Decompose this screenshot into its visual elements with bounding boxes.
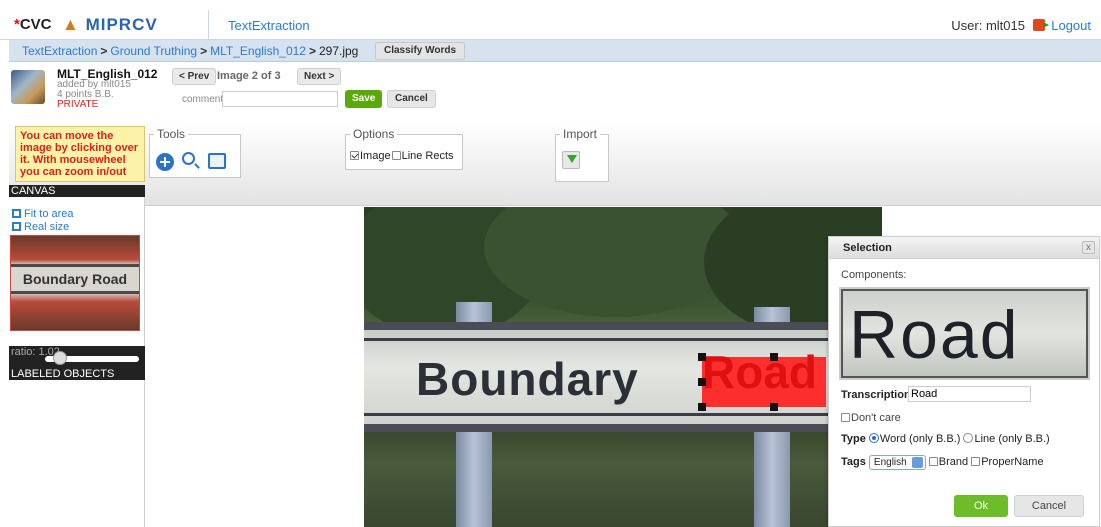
tools-group: Tools — [149, 127, 241, 178]
image-position: Image 2 of 3 — [217, 70, 281, 82]
proper-name-label: ProperName — [981, 456, 1044, 468]
fit-to-area-link[interactable]: Fit to area — [12, 208, 74, 220]
brand-label: Brand — [938, 456, 969, 468]
ratio-slider-thumb[interactable] — [53, 351, 67, 365]
resize-handle-tr[interactable] — [770, 353, 778, 361]
selected-word: Road — [702, 346, 817, 398]
help-note: You can move the image by clicking over … — [15, 126, 145, 182]
real-size-link[interactable]: Real size — [12, 221, 69, 233]
info-bar: MLT_English_012 added by mlt015 4 points… — [9, 62, 1101, 122]
import-group: Import — [555, 127, 609, 182]
next-button[interactable]: Next > — [297, 68, 342, 85]
selection-title: Selection — [829, 237, 1099, 259]
breadcrumb-textextraction[interactable]: TextExtraction — [22, 44, 97, 58]
breadcrumb: TextExtraction > Ground Truthing > MLT_Engli… — [22, 44, 359, 58]
canvas-header: CANVAS — [9, 185, 145, 197]
tags-label: Tags — [841, 456, 866, 468]
close-icon[interactable]: x — [1082, 241, 1095, 254]
breadcrumb-ground-truthing[interactable]: Ground Truthing — [110, 44, 197, 58]
type-line-label: Line (only B.B.) — [974, 433, 1050, 445]
save-button[interactable]: Save — [345, 90, 383, 108]
resize-handle-ml[interactable] — [698, 378, 706, 386]
ratio-row: ratio: 1.02 — [9, 346, 145, 368]
language-select[interactable]: English — [868, 455, 926, 470]
component-word: Road — [849, 297, 1020, 373]
tags-row: Tags English Brand ProperName — [841, 455, 1044, 470]
left-panel: Fit to area Real size Boundary Road rati… — [9, 197, 145, 527]
sign-stripe-bottom — [364, 413, 882, 416]
user-label: User: mlt015 — [951, 18, 1025, 33]
toolbar: You can move the image by clicking over … — [9, 122, 1101, 206]
transcription-input[interactable] — [908, 386, 1031, 402]
import-icon[interactable] — [562, 151, 580, 169]
type-word-radio[interactable] — [868, 433, 879, 443]
sign-stripe-top — [364, 338, 882, 341]
dont-care-checkbox[interactable] — [841, 413, 850, 422]
cvc-logo[interactable]: *CVC — [14, 16, 52, 33]
import-legend: Import — [560, 127, 601, 141]
labeled-objects-header: LABELED OBJECTS — [9, 368, 145, 380]
proper-name-checkbox[interactable] — [971, 457, 981, 466]
options-group: Options Image Line Rects — [345, 127, 463, 170]
dont-care-label: Don't care — [851, 412, 901, 424]
tab-divider — [208, 10, 209, 40]
sign-text: Boundary — [416, 353, 639, 405]
app-name-link[interactable]: TextExtraction — [228, 18, 310, 33]
components-label: Components: — [841, 269, 907, 281]
fit-icon[interactable] — [208, 153, 226, 169]
logout-icon[interactable] — [1032, 19, 1049, 31]
ok-button[interactable]: Ok — [954, 495, 1008, 517]
transcription-label: Transcription: — [841, 389, 915, 401]
logout-link[interactable]: Logout — [1051, 18, 1091, 33]
prev-button[interactable]: < Prev — [172, 68, 217, 85]
resize-handle-bl[interactable] — [698, 403, 706, 411]
type-label: Type — [841, 433, 866, 445]
line-rects-label: Line Rects — [401, 150, 454, 162]
options-row: Image Line Rects — [350, 150, 454, 162]
breadcrumb-current: 297.jpg — [318, 44, 359, 58]
selection-dialog: Selection x Components: Road Transcripti… — [828, 236, 1100, 527]
resize-handle-br[interactable] — [770, 403, 778, 411]
type-word-label: Word (only B.B.) — [879, 433, 961, 445]
dataset-thumbnail — [11, 70, 45, 104]
add-icon[interactable] — [156, 153, 174, 171]
dont-care-row: Don't care — [841, 412, 901, 424]
resize-handle-tl[interactable] — [698, 353, 706, 361]
zoom-icon[interactable] — [182, 152, 195, 165]
miprcv-logo[interactable]: ▲ MIPRCV — [62, 15, 158, 35]
annotated-photo[interactable]: Boundary Road — [364, 207, 882, 527]
canvas-preview[interactable]: Boundary Road — [10, 235, 140, 331]
component-preview: Road — [841, 289, 1088, 378]
breadcrumb-dataset[interactable]: MLT_English_012 — [210, 44, 306, 58]
line-rects-checkbox[interactable] — [391, 151, 401, 160]
cancel-comment-button[interactable]: Cancel — [387, 90, 436, 108]
preview-sign-text: Boundary Road — [11, 264, 139, 294]
options-legend: Options — [350, 127, 398, 141]
tools-legend: Tools — [154, 127, 189, 141]
type-line-radio[interactable] — [963, 433, 974, 443]
type-row: Type Word (only B.B.) Line (only B.B.) — [841, 433, 1050, 445]
privacy-badge: PRIVATE — [57, 99, 99, 110]
brand-checkbox[interactable] — [928, 457, 938, 466]
image-checkbox[interactable] — [350, 151, 359, 160]
breadcrumb-bar: TextExtraction > Ground Truthing > MLT_Engli… — [9, 40, 1101, 62]
dataset-meta: added by mlt015 4 points B.B. PRIVATE — [57, 80, 131, 110]
image-option-label: Image — [360, 150, 391, 162]
classify-words-button[interactable]: Classify Words — [375, 42, 466, 60]
real-size-icon — [12, 222, 21, 231]
top-bar: *CVC ▲ MIPRCV TextExtraction User: mlt01… — [0, 10, 1101, 40]
cancel-button[interactable]: Cancel — [1014, 495, 1084, 517]
comments-input[interactable] — [222, 91, 338, 107]
fit-to-area-icon — [12, 209, 21, 218]
user-area: User: mlt015 Logout — [951, 18, 1091, 33]
